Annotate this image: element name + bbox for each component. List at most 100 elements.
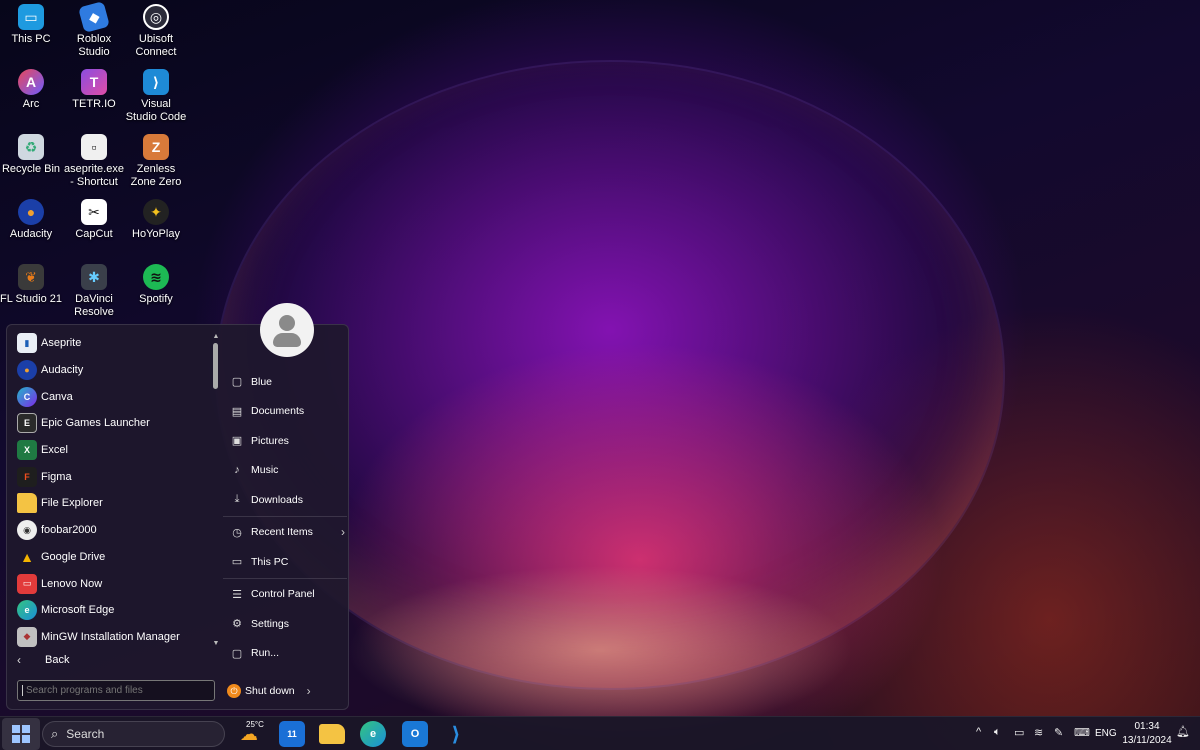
davinci-icon: ✱: [81, 264, 107, 290]
computer-icon: ▭: [231, 556, 243, 569]
clock[interactable]: 01:34 13/11/2024: [1122, 720, 1172, 748]
windows-logo-tile: [12, 735, 20, 743]
desktop-icon-this-pc[interactable]: ▭ This PC: [0, 2, 62, 46]
edge-icon: e: [17, 600, 37, 621]
desktop-icon-spotify[interactable]: ≋ Spotify: [125, 262, 187, 306]
shutdown-button[interactable]: ⏻ Shut down ›: [227, 682, 311, 700]
program-list[interactable]: ▮ Aseprite ● Audacity C Canva E Epic Gam…: [13, 330, 213, 648]
program-item-aseprite[interactable]: ▮ Aseprite: [13, 330, 213, 357]
program-item-figma[interactable]: F Figma: [13, 463, 213, 490]
program-item-file-explorer[interactable]: File Explorer: [13, 490, 213, 517]
document-icon: ▤: [231, 405, 243, 418]
control-panel-icon: ☰: [232, 588, 242, 601]
places-divider: [223, 577, 347, 579]
program-item-audacity[interactable]: ● Audacity: [13, 357, 213, 384]
desktop-icon-grid: ▭ This PC ◆ Roblox Studio ◎ Ubisoft Conn…: [0, 0, 190, 320]
file-explorer-icon[interactable]: [319, 724, 345, 744]
zzz-icon: Z: [143, 134, 169, 160]
app-badge: 11: [287, 729, 297, 739]
scroll-thumb[interactable]: [213, 343, 218, 389]
edge-icon[interactable]: e: [360, 721, 386, 747]
desktop-icon-zenless-zone-zero[interactable]: Z Zenless Zone Zero: [125, 132, 187, 189]
keyboard-icon[interactable]: ⌨: [1074, 726, 1090, 739]
program-item-lenovo-now[interactable]: ▭ Lenovo Now: [13, 570, 213, 597]
place-this-pc[interactable]: ▭ This PC: [223, 547, 347, 577]
desktop-icon-tetrio[interactable]: T TETR.IO: [63, 67, 125, 111]
outlook-icon[interactable]: O: [402, 721, 428, 747]
epic-games-icon: E: [17, 413, 37, 434]
figma-icon: F: [17, 466, 37, 487]
place-pictures[interactable]: ▣ Pictures: [223, 426, 347, 456]
desktop-icon-aseprite-shortcut[interactable]: ▫ aseprite.exe - Shortcut: [63, 132, 125, 189]
picture-icon: ▣: [231, 435, 243, 448]
tetrio-icon: T: [81, 69, 107, 95]
desktop-icon-recycle-bin[interactable]: ♻ Recycle Bin: [0, 132, 62, 176]
desktop-icon-davinci-resolve[interactable]: ✱ DaVinci Resolve: [63, 262, 125, 319]
program-item-excel[interactable]: X Excel: [13, 437, 213, 464]
program-list-scrollbar[interactable]: ▲ ▼: [212, 333, 220, 647]
excel-icon: X: [17, 440, 37, 461]
vscode-icon[interactable]: ⟩: [443, 721, 469, 747]
aseprite-icon: ▫: [81, 134, 107, 160]
clock-time: 01:34: [1134, 721, 1160, 732]
taskbar: ⌕ Search ☁ 25°C 11 e O ⟩ ^ 🔈︎ ▭ ≋ ✎ ⌨ EN…: [0, 716, 1200, 750]
windows-logo-tile: [12, 725, 20, 733]
scroll-up-arrow-icon[interactable]: ▲: [212, 333, 220, 340]
pen-icon[interactable]: ✎: [1054, 726, 1063, 739]
user-avatar[interactable]: [260, 303, 314, 357]
battery-icon[interactable]: ▭: [1014, 726, 1024, 739]
canva-icon: C: [17, 386, 37, 407]
foobar-icon: ◉: [17, 520, 37, 541]
desktop-icon-audacity[interactable]: ● Audacity: [0, 197, 62, 241]
program-item-foobar2000[interactable]: ◉ foobar2000: [13, 517, 213, 544]
mingw-icon: ◆: [17, 626, 37, 647]
desktop-icon-ubisoft-connect[interactable]: ◎ Ubisoft Connect: [125, 2, 187, 59]
windows-logo-tile: [22, 725, 30, 733]
terminal-badge-icon[interactable]: 11: [279, 721, 305, 747]
chevron-right-icon[interactable]: ›: [307, 684, 311, 698]
chevron-right-icon: ›: [341, 525, 345, 540]
place-recent-items[interactable]: ◷ Recent Items ›: [223, 518, 347, 548]
avatar-head: [279, 315, 295, 331]
hoyoplay-icon: ✦: [143, 199, 169, 225]
program-item-canva[interactable]: C Canva: [13, 383, 213, 410]
ubisoft-icon: ◎: [143, 4, 169, 30]
places-divider: [223, 515, 347, 517]
clock-icon: ◷: [232, 526, 242, 539]
clock-date: 13/11/2024: [1122, 735, 1172, 746]
program-item-microsoft-edge[interactable]: e Microsoft Edge: [13, 597, 213, 624]
weather-temperature: 25°C: [246, 720, 264, 729]
program-item-google-drive[interactable]: ▲ Google Drive: [13, 544, 213, 571]
back-button[interactable]: ‹ Back: [17, 651, 69, 669]
search-icon: ⌕: [51, 726, 59, 741]
scroll-down-arrow-icon[interactable]: ▼: [212, 640, 220, 647]
desktop-icon-arc[interactable]: A Arc: [0, 67, 62, 111]
place-music[interactable]: ♪ Music: [223, 456, 347, 486]
taskbar-search[interactable]: ⌕ Search: [42, 721, 225, 747]
place-run[interactable]: ▢ Run...: [223, 639, 347, 669]
chevron-up-icon[interactable]: ^: [976, 726, 981, 738]
notification-bell-icon[interactable]: 🔔︎: [1176, 725, 1190, 738]
fl-studio-icon: ❦: [18, 264, 44, 290]
start-search-box[interactable]: [17, 680, 215, 701]
program-item-epic-games-launcher[interactable]: E Epic Games Launcher: [13, 410, 213, 437]
program-item-mingw[interactable]: ◆ MinGW Installation Manager: [13, 624, 213, 648]
place-settings[interactable]: ⚙ Settings: [223, 609, 347, 639]
desktop-icon-hoyoplay[interactable]: ✦ HoYoPlay: [125, 197, 187, 241]
desktop-icon-roblox-studio[interactable]: ◆ Roblox Studio: [63, 1, 125, 59]
place-downloads[interactable]: ⤓ Downloads: [223, 485, 347, 515]
start-menu: ▮ Aseprite ● Audacity C Canva E Epic Gam…: [6, 303, 349, 710]
place-documents[interactable]: ▤ Documents: [223, 397, 347, 427]
place-user-folder[interactable]: ▢ Blue: [223, 367, 347, 397]
desktop-icon-vscode[interactable]: ⟩ Visual Studio Code: [125, 67, 187, 124]
audacity-icon: ●: [18, 199, 44, 225]
language-indicator[interactable]: ENG: [1095, 728, 1117, 739]
desktop-icon-capcut[interactable]: ✂ CapCut: [63, 197, 125, 241]
start-search-input[interactable]: [22, 685, 192, 696]
wifi-icon[interactable]: ≋: [1034, 726, 1043, 739]
volume-icon[interactable]: 🔈︎: [994, 726, 1001, 739]
desktop-icon-fl-studio[interactable]: ❦ FL Studio 21: [0, 262, 62, 306]
start-button[interactable]: [2, 718, 40, 750]
place-control-panel[interactable]: ☰ Control Panel: [223, 580, 347, 610]
avatar-body: [273, 333, 301, 347]
